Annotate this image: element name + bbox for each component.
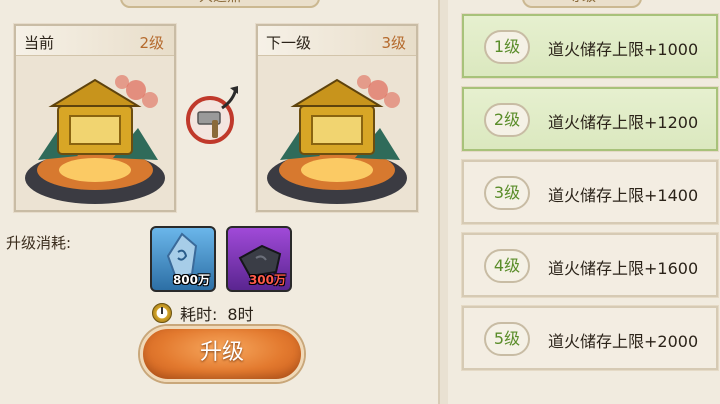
current-level-card: 当前 2级: [13, 23, 177, 213]
cost-item-stone[interactable]: 300万: [226, 226, 292, 292]
cost-item-crystal[interactable]: 800万: [150, 226, 216, 292]
level-description: 道火储存上限+1600: [548, 259, 699, 278]
cauldron-building-icon: [25, 75, 165, 204]
next-level-card: 下一级 3级: [255, 23, 419, 213]
next-level: 3级: [381, 34, 406, 52]
current-label: 当前: [24, 34, 55, 52]
level-row-5[interactable]: 5级 道火储存上限+2000: [461, 305, 719, 371]
card-header: 下一级 3级: [258, 26, 416, 56]
level-row-3[interactable]: 3级 道火储存上限+1400: [461, 159, 719, 225]
level-description: 道火储存上限+1400: [548, 186, 699, 205]
level-list-panel: 等级 1级 道火储存上限+1000 2级 道火储存上限+1200 3级 道火储存…: [448, 0, 720, 404]
panel-title: 大道鼎: [120, 0, 320, 8]
level-description: 道火储存上限+1000: [548, 40, 699, 59]
level-row-2[interactable]: 2级 道火储存上限+1200: [461, 86, 719, 152]
hammer-upgrade-icon: [186, 86, 238, 144]
card-header: 当前 2级: [16, 26, 174, 56]
item-quantity: 800万: [172, 273, 210, 287]
level-badge: 3级: [484, 176, 530, 210]
level-badge: 5级: [484, 322, 530, 356]
level-description: 道火储存上限+2000: [548, 332, 699, 351]
level-list-title: 等级: [522, 0, 642, 8]
upgrade-button[interactable]: 升级: [140, 326, 304, 382]
level-badge: 4级: [484, 249, 530, 283]
time-label: 耗时:: [180, 305, 218, 324]
level-description: 道火储存上限+1200: [548, 113, 699, 132]
level-badge: 2级: [484, 103, 530, 137]
level-row-4[interactable]: 4级 道火储存上限+1600: [461, 232, 719, 298]
next-label: 下一级: [266, 34, 312, 52]
time-value: 8时: [227, 305, 254, 324]
level-badge: 1级: [484, 30, 530, 64]
current-level: 2级: [139, 34, 164, 52]
cost-label: 升级消耗:: [6, 234, 72, 252]
upgrade-panel: 大道鼎 当前 2级 下一级 3级: [0, 0, 440, 404]
time-row: 耗时: 8时: [152, 302, 254, 324]
cauldron-building-icon: [267, 75, 407, 204]
level-row-1[interactable]: 1级 道火储存上限+1000: [461, 13, 719, 79]
item-quantity: 300万: [248, 273, 286, 287]
clock-icon: [152, 303, 172, 323]
